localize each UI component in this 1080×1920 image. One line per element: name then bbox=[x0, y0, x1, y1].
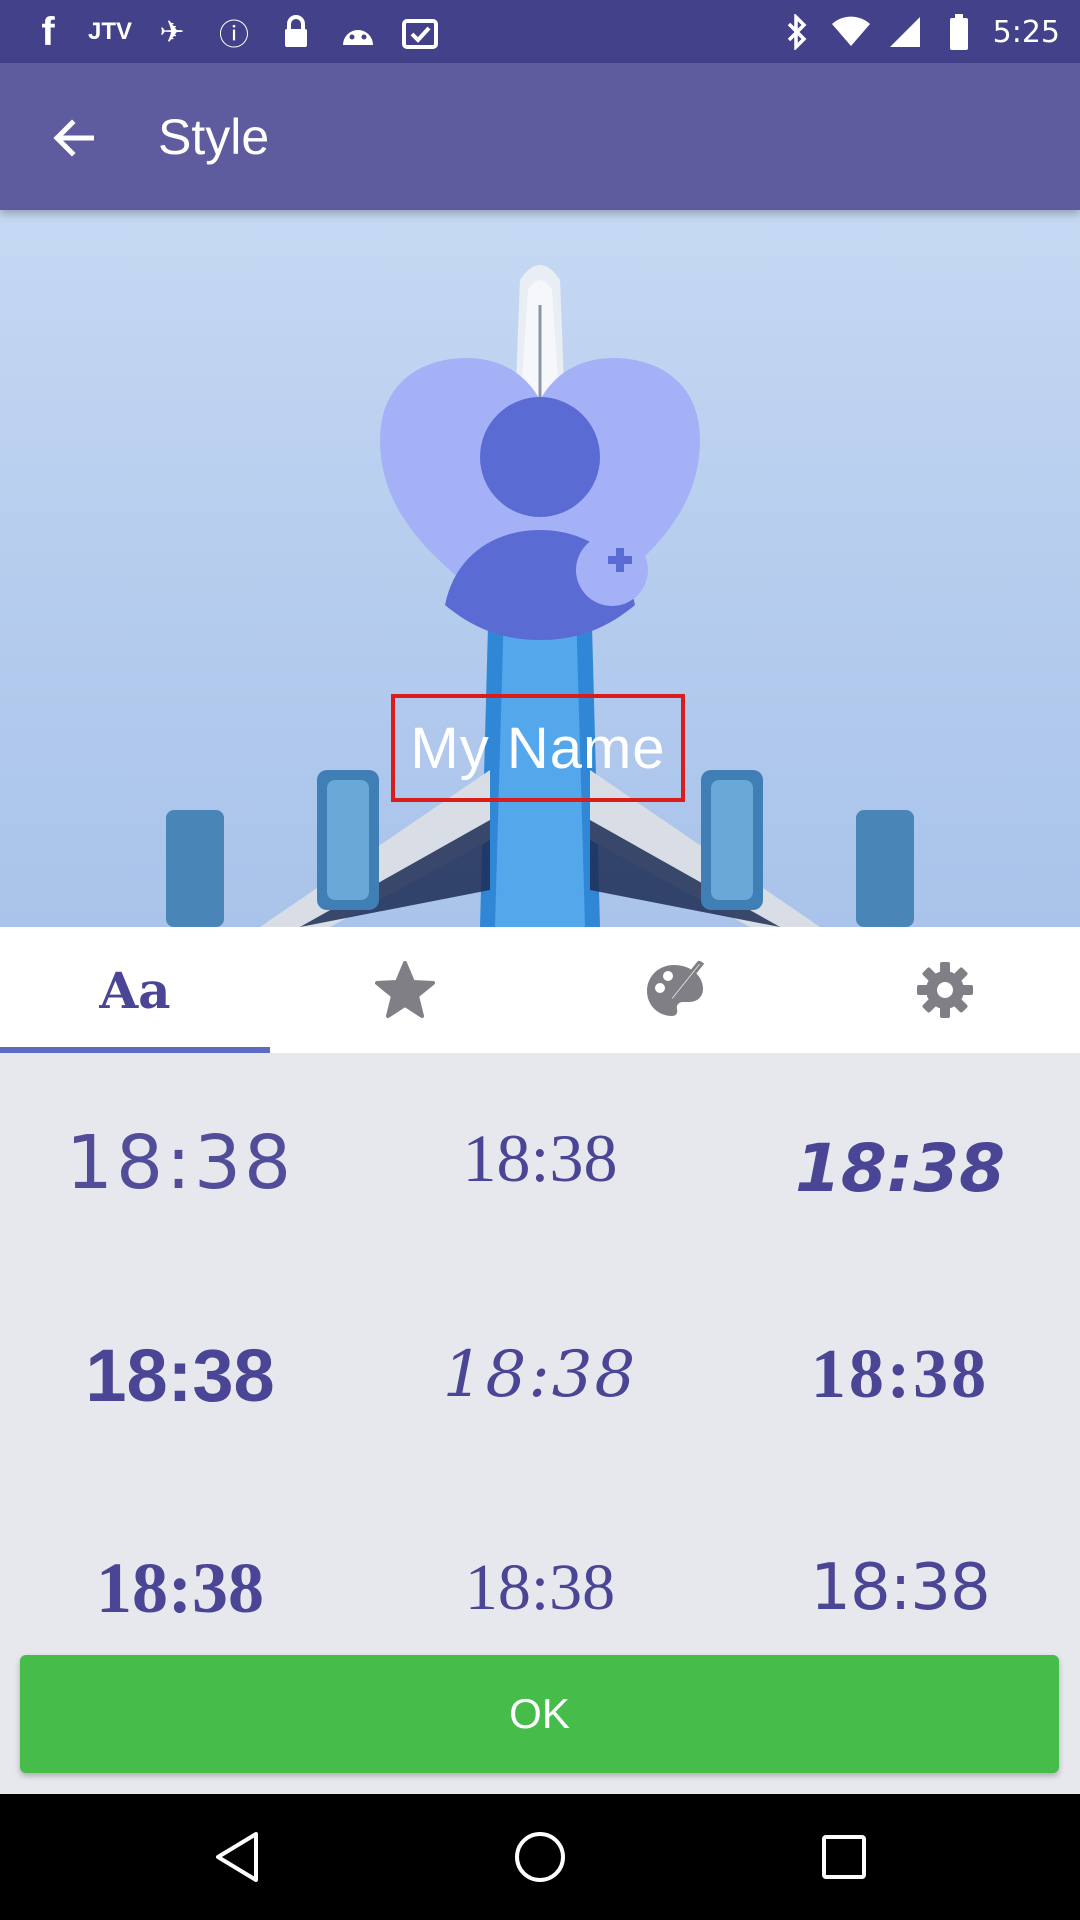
android-icon bbox=[338, 12, 378, 52]
clipboard-check-icon bbox=[400, 12, 440, 52]
nav-recents-button[interactable] bbox=[814, 1827, 874, 1887]
nav-back-icon bbox=[216, 1832, 258, 1882]
star-icon bbox=[375, 961, 435, 1018]
back-button[interactable] bbox=[38, 103, 108, 173]
system-navigation-bar bbox=[0, 1794, 1080, 1920]
airplane-background-image bbox=[166, 265, 914, 927]
font-icon: Aa bbox=[99, 960, 171, 1020]
status-bar-left-icons: f JTV ✈ ⓘ bbox=[28, 10, 440, 54]
jio-tv-icon: JTV bbox=[88, 18, 133, 45]
tab-favorites[interactable] bbox=[270, 927, 540, 1053]
font-option-1[interactable]: 18:38 bbox=[0, 1113, 360, 1213]
nav-recents-icon bbox=[822, 1835, 866, 1879]
status-bar: f JTV ✈ ⓘ 5:25 bbox=[0, 0, 1080, 63]
nav-home-icon bbox=[515, 1832, 565, 1882]
font-option-3[interactable]: 18:38 bbox=[720, 1118, 1080, 1218]
signal-icon bbox=[885, 12, 925, 52]
font-option-4[interactable]: 18:38 bbox=[0, 1325, 360, 1425]
lock-icon bbox=[276, 12, 316, 52]
font-option-8[interactable]: 18:38 bbox=[360, 1538, 720, 1638]
ok-button[interactable]: OK bbox=[20, 1655, 1059, 1773]
font-option-5[interactable]: 18:38 bbox=[360, 1325, 720, 1425]
palette-brush-icon bbox=[647, 961, 705, 1016]
battery-icon bbox=[939, 12, 979, 52]
name-text-box[interactable]: My Name bbox=[391, 694, 685, 802]
font-option-2[interactable]: 18:38 bbox=[360, 1108, 720, 1208]
bluetooth-icon bbox=[777, 12, 817, 52]
font-option-9[interactable]: 18:38 bbox=[720, 1538, 1080, 1638]
font-option-7[interactable]: 18:38 bbox=[0, 1538, 360, 1638]
status-time: 5:25 bbox=[992, 14, 1060, 50]
tab-settings[interactable] bbox=[810, 927, 1080, 1053]
nav-back-button[interactable] bbox=[207, 1827, 267, 1887]
page-title: Style bbox=[158, 109, 270, 165]
status-bar-right-icons: 5:25 bbox=[777, 10, 1060, 54]
tab-color[interactable] bbox=[540, 927, 810, 1053]
fake-gps-icon: ✈ bbox=[159, 14, 185, 50]
app-bar: Style bbox=[0, 63, 1080, 210]
facebook-icon: f bbox=[41, 9, 55, 54]
nav-home-button[interactable] bbox=[510, 1827, 570, 1887]
tab-font[interactable]: Aa bbox=[0, 927, 270, 1053]
style-preview: My Name bbox=[0, 210, 1080, 927]
wifi-icon bbox=[831, 12, 871, 52]
info-icon: ⓘ bbox=[219, 18, 249, 53]
gear-icon bbox=[917, 962, 973, 1018]
style-tabs: Aa bbox=[0, 927, 1080, 1053]
font-option-6[interactable]: 18:38 bbox=[720, 1325, 1080, 1425]
arrow-back-icon bbox=[53, 119, 94, 157]
